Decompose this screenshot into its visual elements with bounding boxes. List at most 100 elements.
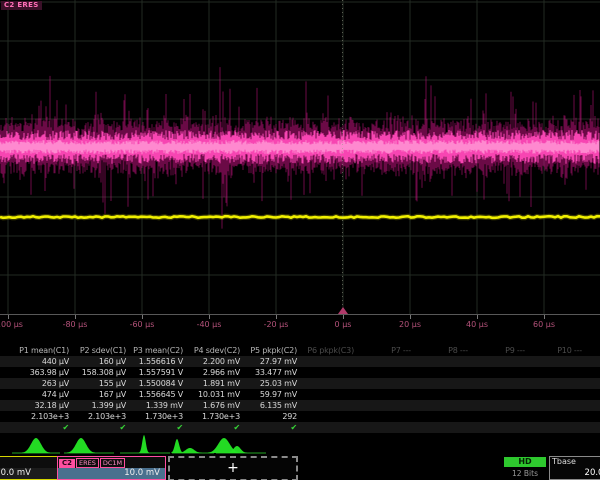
time-tick bbox=[410, 315, 411, 319]
timebase-label: Tbase bbox=[552, 457, 576, 467]
time-tick bbox=[343, 315, 344, 319]
time-tick bbox=[8, 315, 9, 319]
measurement-value bbox=[525, 367, 582, 378]
measurement-value: 2.200 mV bbox=[183, 356, 240, 367]
histicon-peak bbox=[22, 438, 50, 453]
measurement-value bbox=[354, 356, 411, 367]
measurement-value: 1.557591 V bbox=[126, 367, 183, 378]
measurement-value bbox=[468, 367, 525, 378]
measurement-value: 1.556616 V bbox=[126, 356, 183, 367]
measurement-header[interactable]: P5 pkpk(C2) bbox=[240, 345, 297, 356]
measurement-histicons bbox=[0, 433, 600, 457]
c2-coupling-tag: DC1M bbox=[100, 458, 125, 468]
measurement-value bbox=[525, 389, 582, 400]
time-tick bbox=[75, 315, 76, 319]
status-check-icon: ✔ bbox=[126, 422, 183, 433]
time-tick bbox=[544, 315, 545, 319]
trigger-time-marker-icon[interactable] bbox=[338, 307, 348, 314]
measurement-value: 25.03 mV bbox=[240, 378, 297, 389]
measurement-value: 2.103e+3 bbox=[12, 411, 69, 422]
time-tick bbox=[477, 315, 478, 319]
measurement-value: 363.98 µV bbox=[12, 367, 69, 378]
measurement-header[interactable]: P6 pkpk(C3) bbox=[297, 345, 354, 356]
measurement-value bbox=[411, 411, 468, 422]
trigger-position-line bbox=[342, 0, 343, 315]
histicon-peak bbox=[67, 438, 95, 453]
measurement-value: 474 µV bbox=[12, 389, 69, 400]
measurement-header[interactable]: P4 sdev(C2) bbox=[183, 345, 240, 356]
table-row: 474 µV167 µV1.556645 V10.031 mV59.97 mV bbox=[0, 389, 600, 400]
channel-c2-descriptor[interactable]: C2 ERES DC1M 10.0 mV bbox=[57, 456, 166, 480]
measurement-value: 440 µV bbox=[12, 356, 69, 367]
measurement-value bbox=[468, 400, 525, 411]
measurement-value: 6.135 mV bbox=[240, 400, 297, 411]
measurement-value: 1.730e+3 bbox=[183, 411, 240, 422]
measurement-value: 10.031 mV bbox=[183, 389, 240, 400]
status-check-icon bbox=[297, 422, 354, 433]
measurement-value: 160 µV bbox=[69, 356, 126, 367]
measurement-value: 292 bbox=[240, 411, 297, 422]
c2-eres-tag: ERES bbox=[76, 458, 99, 468]
histicon-peak bbox=[171, 439, 183, 453]
measurement-header[interactable]: P3 mean(C2) bbox=[126, 345, 183, 356]
measurement-value bbox=[297, 400, 354, 411]
measurement-header[interactable]: P10 --- bbox=[525, 345, 582, 356]
measurement-value bbox=[411, 389, 468, 400]
oscilloscope-screen: C2 ERES -100 µs-80 µs-60 µs-40 µs-20 µs0… bbox=[0, 0, 600, 480]
waveform-grid: C2 ERES bbox=[0, 0, 600, 315]
status-check-icon bbox=[468, 422, 525, 433]
measurement-value bbox=[297, 411, 354, 422]
measurement-header[interactable]: P7 --- bbox=[354, 345, 411, 356]
measurement-header[interactable]: P8 --- bbox=[411, 345, 468, 356]
measurement-value: 158.308 µV bbox=[69, 367, 126, 378]
measurement-value bbox=[297, 367, 354, 378]
trace-annotation: C2 ERES bbox=[1, 1, 42, 10]
measurement-value bbox=[354, 367, 411, 378]
measurement-value: 1.676 mV bbox=[183, 400, 240, 411]
measurement-value bbox=[468, 389, 525, 400]
measurement-value: 32.18 µV bbox=[12, 400, 69, 411]
hd-mode-badge[interactable]: HD bbox=[504, 457, 546, 467]
status-check-icon bbox=[411, 422, 468, 433]
measurement-value bbox=[354, 378, 411, 389]
measurement-header[interactable]: P9 --- bbox=[468, 345, 525, 356]
measurement-value: 155 µV bbox=[69, 378, 126, 389]
timebase-descriptor[interactable]: Tbase 20.0 µs bbox=[549, 456, 600, 480]
measurement-value bbox=[468, 378, 525, 389]
time-axis-line bbox=[0, 314, 600, 315]
measurement-value bbox=[468, 411, 525, 422]
hd-bits-label: 12 Bits bbox=[504, 469, 546, 478]
measurement-value: 59.97 mV bbox=[240, 389, 297, 400]
measurement-value: 1.556645 V bbox=[126, 389, 183, 400]
measurement-header[interactable]: P2 sdev(C1) bbox=[69, 345, 126, 356]
channel-c1-descriptor[interactable]: C1 DC1M 10.0 mV bbox=[0, 456, 58, 480]
waveform-canvas[interactable] bbox=[0, 0, 600, 315]
c2-vertical-scale: 10.0 mV bbox=[58, 468, 165, 479]
measurement-value: 1.891 mV bbox=[183, 378, 240, 389]
time-tick bbox=[209, 315, 210, 319]
measurement-value bbox=[297, 356, 354, 367]
measurement-header[interactable]: P1 mean(C1) bbox=[12, 345, 69, 356]
measurement-value bbox=[354, 400, 411, 411]
c1-vertical-scale: 10.0 mV bbox=[0, 468, 57, 479]
measurement-value bbox=[468, 356, 525, 367]
measurement-value: 33.477 mV bbox=[240, 367, 297, 378]
status-check-icon bbox=[354, 422, 411, 433]
status-check-icon: ✔ bbox=[12, 422, 69, 433]
measurement-value: 1.730e+3 bbox=[126, 411, 183, 422]
measurement-value bbox=[525, 378, 582, 389]
table-row: 440 µV160 µV1.556616 V2.200 mV27.97 mV bbox=[0, 356, 600, 367]
status-check-icon: ✔ bbox=[69, 422, 126, 433]
add-trace-button[interactable]: + bbox=[168, 456, 298, 480]
table-row: 263 µV155 µV1.550084 V1.891 mV25.03 mV bbox=[0, 378, 600, 389]
time-tick-label: 0 µs bbox=[335, 320, 352, 329]
table-row: 2.103e+32.103e+31.730e+31.730e+3292 bbox=[0, 411, 600, 422]
time-tick-label: -60 µs bbox=[130, 320, 155, 329]
measurement-value bbox=[411, 378, 468, 389]
measurement-value bbox=[297, 389, 354, 400]
measurement-value bbox=[411, 400, 468, 411]
timebase-value: 20.0 µs bbox=[585, 468, 600, 479]
table-header-row: P1 mean(C1)P2 sdev(C1)P3 mean(C2)P4 sdev… bbox=[0, 345, 600, 356]
time-tick-label: -40 µs bbox=[197, 320, 222, 329]
measurement-value: 1.339 mV bbox=[126, 400, 183, 411]
